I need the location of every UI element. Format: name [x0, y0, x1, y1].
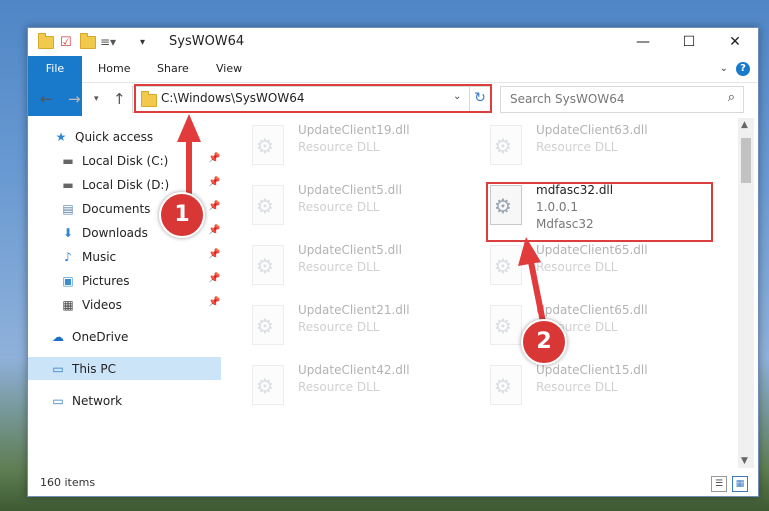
- annotation-arrows: [177, 114, 546, 325]
- step-2-badge: 2: [521, 319, 567, 365]
- arrow-2-icon: [518, 237, 546, 325]
- arrow-1-icon: [177, 114, 201, 199]
- step-1-badge: 1: [159, 192, 205, 238]
